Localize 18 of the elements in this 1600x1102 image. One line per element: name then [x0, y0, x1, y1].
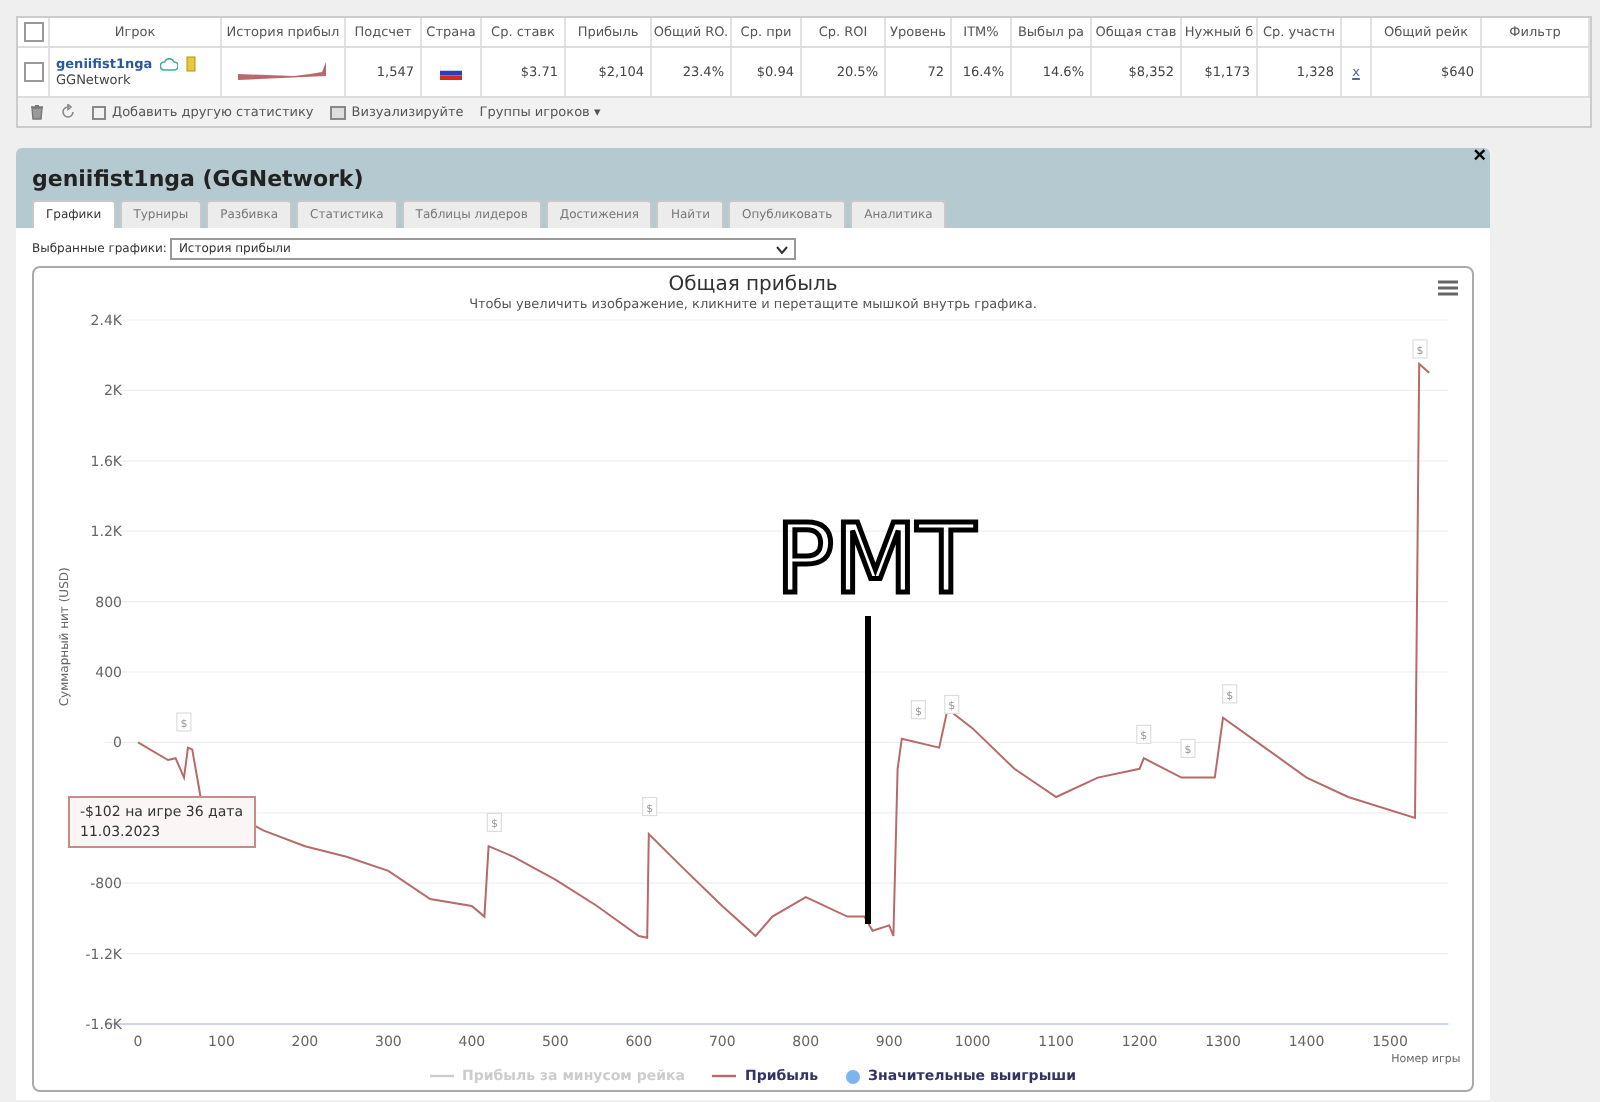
menu-icon[interactable]: [1436, 278, 1460, 298]
image-icon: [329, 105, 346, 119]
chart-title: Общая прибыль: [668, 274, 838, 296]
row-checkbox[interactable]: [23, 62, 43, 82]
legend-line-icon: [712, 1072, 737, 1080]
close-button[interactable]: ×: [1473, 144, 1486, 168]
russia-flag-icon: [440, 65, 462, 79]
dialog-title: geniifist1nga (GGNetwork): [32, 166, 364, 192]
legend-dot-icon: [846, 1069, 861, 1083]
refresh-icon[interactable]: [60, 104, 76, 120]
legend-line-icon: [429, 1072, 454, 1080]
trash-icon[interactable]: [30, 104, 44, 120]
handwritten-label: PMT: [775, 504, 975, 616]
badge-icon[interactable]: [186, 56, 197, 72]
caret-icon: [776, 245, 789, 253]
square-icon: [92, 105, 106, 119]
cloud-icon[interactable]: [160, 57, 179, 71]
select-all-checkbox[interactable]: [23, 22, 43, 42]
